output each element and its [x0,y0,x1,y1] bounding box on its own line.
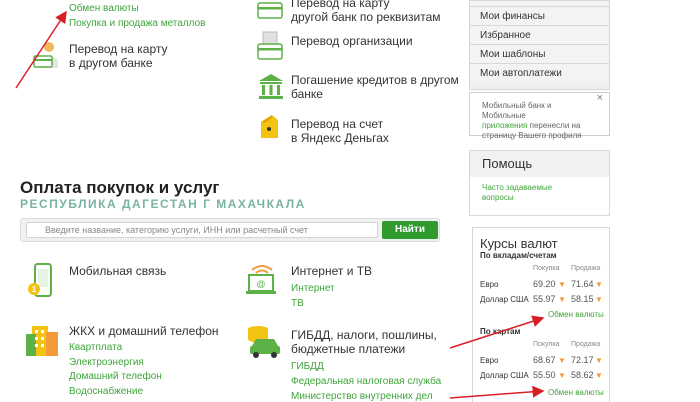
svg-text:1: 1 [32,285,37,294]
exchange-link-deposits[interactable]: Обмен валюты [548,310,604,319]
bank-building-icon [257,72,285,102]
faq-link[interactable]: Часто задаваемые вопросы [470,177,609,203]
mobile-category[interactable]: Мобильная связь [69,264,166,278]
trend-arrow-icon: ▼ [595,295,603,304]
buy-header: Покупка [533,341,560,348]
rate-buy: 55.97 [533,294,556,304]
search-input[interactable]: Введите название, категорию услуги, ИНН … [26,222,378,238]
trend-arrow-icon: ▼ [558,295,566,304]
tv-link[interactable]: ТВ [291,297,304,311]
currency-usd: Доллар США [480,371,529,380]
currency-eur: Евро [480,356,499,365]
rate-sell: 58.62 [571,370,594,380]
sell-header: Продажа [571,341,601,348]
loan-payment-link[interactable]: Погашение кредитов в другом банке [291,73,459,101]
card-transfer-link[interactable]: Перевод на карту в другом банке [69,42,168,70]
sidebar-item-templates[interactable]: Мои шаблоны [470,45,609,64]
sell-header: Продажа [571,265,601,272]
rate-buy: 55.50 [533,370,556,380]
payments-heading: Оплата покупок и услуг [20,178,220,197]
currency-usd: Доллар США [480,295,529,304]
internet-tv-category[interactable]: Интернет и ТВ [291,264,372,278]
trend-arrow-icon: ▼ [595,356,603,365]
close-icon[interactable]: × [597,93,603,104]
mvd-link[interactable]: Министерство внутренних дел [291,390,433,402]
internet-link[interactable]: Интернет [291,282,335,296]
sidebar-item-finances[interactable]: Мои финансы [470,7,609,26]
trend-arrow-icon: ▼ [595,371,603,380]
search-bar: Введите название, категорию услуги, ИНН … [20,218,440,242]
gibdd-link[interactable]: ГИБДД [291,360,324,374]
mobile-phone-icon: 1 [26,262,56,300]
internet-tv-icon: @ [246,262,278,296]
card-transfer-icon [32,40,62,70]
deposits-label: По вкладам/счетам [480,251,557,260]
rate-sell: 72.17 [571,355,594,365]
region-link[interactable]: Республика Дагестан г Махачкала [20,197,306,211]
cards-label: По картам [480,327,521,336]
housing-category[interactable]: ЖКХ и домашний телефон [69,324,219,338]
rate-buy: 68.67 [533,355,556,365]
electricity-link[interactable]: Электроэнергия [69,356,144,370]
trend-arrow-icon: ▼ [558,280,566,289]
apps-link[interactable]: приложения [482,121,527,130]
bank-transfer-link[interactable]: Перевод на карту другой банк по реквизит… [291,0,441,24]
gibdd-category[interactable]: ГИБДД, налоги, пошлины, бюджетные платеж… [291,328,437,356]
housing-building-icon [24,320,60,358]
help-title: Помощь [470,151,609,177]
exchange-rates-panel: Курсы валют По вкладам/счетам Покупка Пр… [472,227,610,402]
trend-arrow-icon: ▼ [595,280,603,289]
water-link[interactable]: Водоснабжение [69,385,143,399]
sidebar-item-autopayments[interactable]: Мои автоплатежи [470,64,609,83]
car-icon [244,324,284,360]
sidebar-item-favorites[interactable]: Избранное [470,26,609,45]
rate-sell: 71.64 [571,279,594,289]
exchange-link[interactable]: Обмен валюты [69,2,139,16]
yandex-wallet-icon [258,112,282,142]
organization-transfer-icon [257,30,285,62]
search-button[interactable]: Найти [382,221,438,239]
svg-text:@: @ [256,279,265,289]
exchange-link-cards[interactable]: Обмен валюты [548,388,604,397]
help-panel: Помощь Часто задаваемые вопросы [469,150,610,216]
bank-card-icon [257,2,285,20]
metals-link[interactable]: Покупка и продажа металлов [69,17,205,31]
tax-service-link[interactable]: Федеральная налоговая служба [291,375,441,389]
buy-header: Покупка [533,265,560,272]
rent-link[interactable]: Квартплата [69,341,122,355]
org-transfer-link[interactable]: Перевод организации [291,34,413,48]
currency-eur: Евро [480,280,499,289]
rate-buy: 69.20 [533,279,556,289]
sidebar-menu: Мои финансы Избранное Мои шаблоны Мои ав… [469,0,610,90]
profile-notice: × Мобильный банк и Мобильные приложения … [469,92,610,140]
trend-arrow-icon: ▼ [558,371,566,380]
home-phone-link[interactable]: Домашний телефон [69,370,162,384]
trend-arrow-icon: ▼ [558,356,566,365]
rate-sell: 58.15 [571,294,594,304]
rates-title: Курсы валют [480,236,558,251]
yandex-money-link[interactable]: Перевод на счет в Яндекс Деньгах [291,117,389,145]
